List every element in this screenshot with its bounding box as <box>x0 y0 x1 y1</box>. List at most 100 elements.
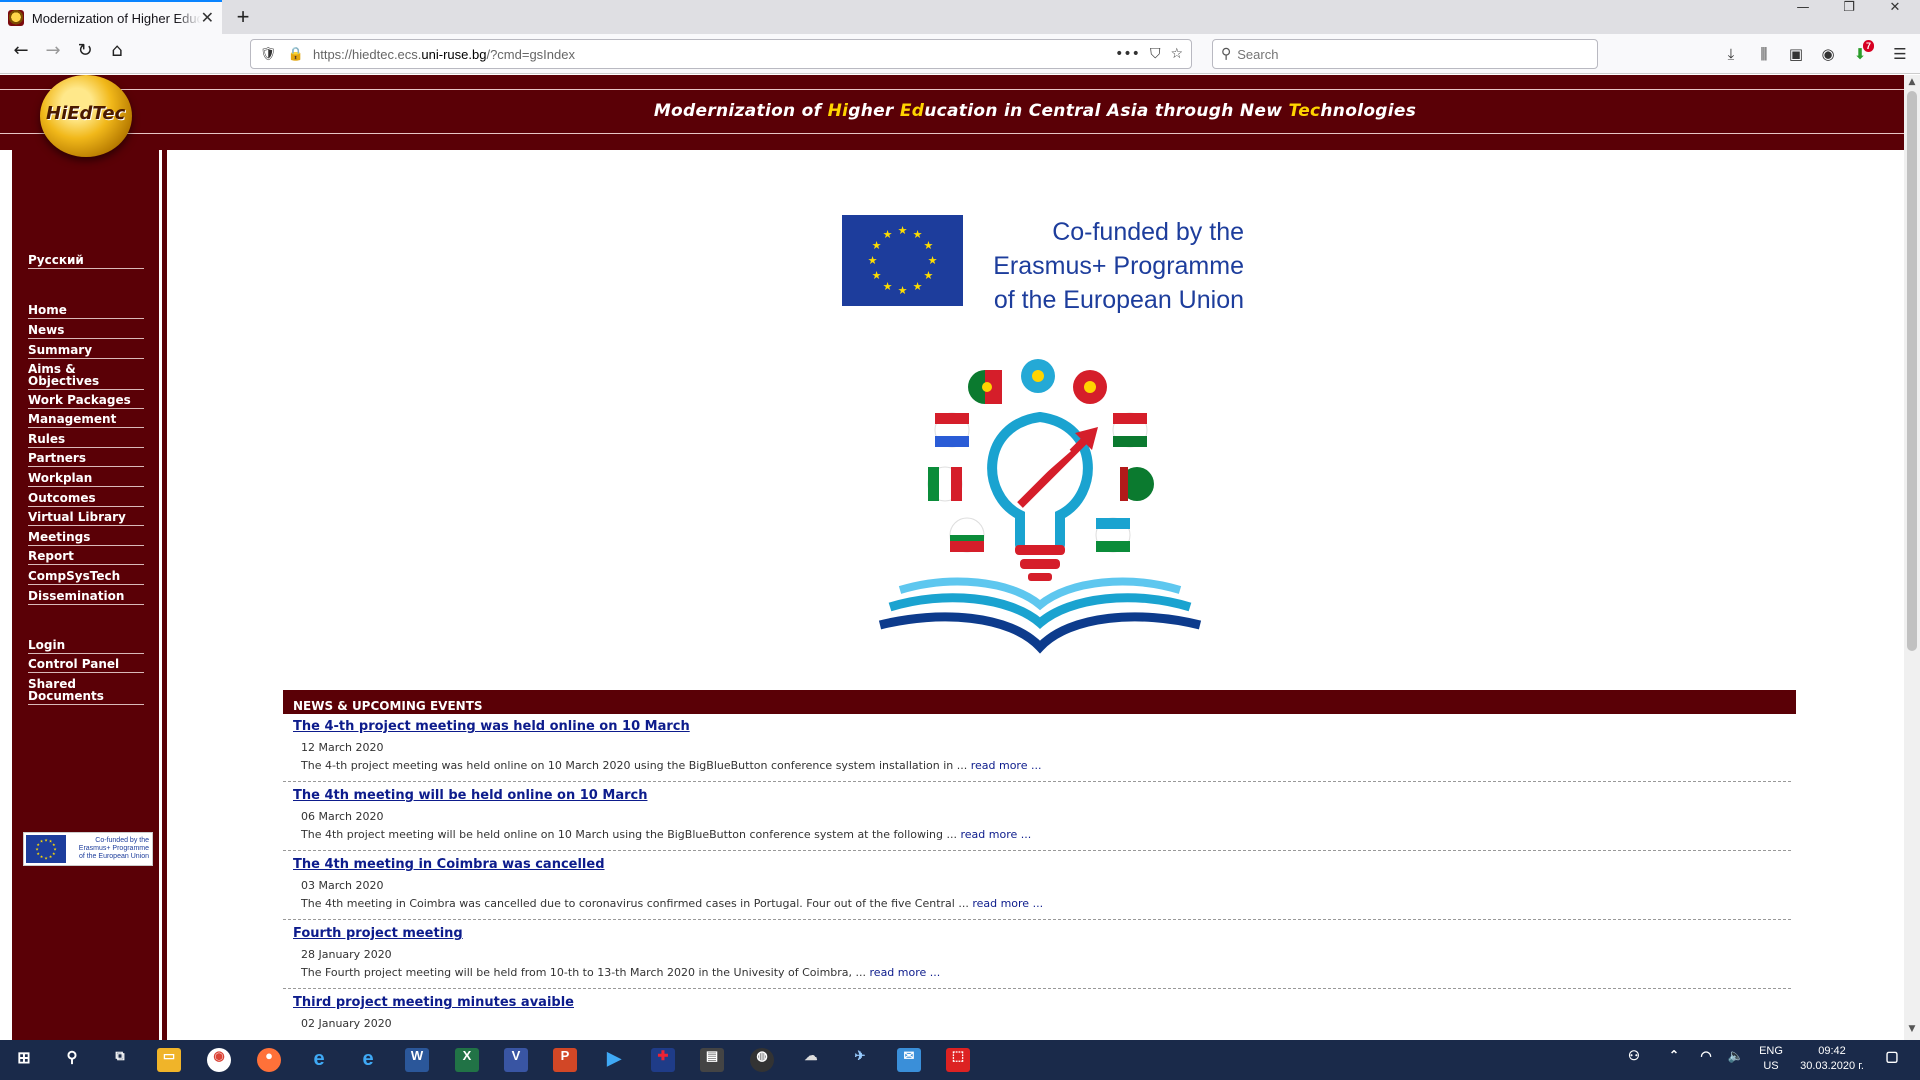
sidebar-link-shared-documents[interactable]: Shared Documents <box>28 678 144 705</box>
uk-flag-icon[interactable]: ✚ <box>651 1048 675 1072</box>
tab-close-icon[interactable]: ✕ <box>201 8 214 28</box>
sidebar-link-dissemination[interactable]: Dissemination <box>28 590 144 605</box>
read-more-link[interactable]: read more ... <box>972 897 1043 910</box>
sidebar-link-summary[interactable]: Summary <box>28 344 144 359</box>
scroll-down-arrow-icon[interactable]: ▼ <box>1904 1024 1920 1038</box>
news-date: 12 March 2020 <box>301 741 384 754</box>
browser-tab-active[interactable]: Modernization of Higher Education in Cen… <box>0 0 222 34</box>
show-hidden-icons-icon[interactable]: ⌃ <box>1662 1048 1686 1072</box>
media-player-icon[interactable]: ▶ <box>602 1048 626 1072</box>
volume-icon[interactable]: 🔈 <box>1724 1048 1748 1072</box>
eu-flag-icon: ★ ★ ★ ★ ★ ★ ★ ★ ★ ★ ★ ★ <box>842 215 963 306</box>
address-bar[interactable]: 🛡 🔒 https://hiedtec.ecs.uni-ruse.bg/?cmd… <box>250 39 1192 69</box>
project-emblem <box>878 359 1202 654</box>
firefox-icon[interactable]: ● <box>257 1048 281 1072</box>
sidebar-link-control-panel[interactable]: Control Panel <box>28 658 144 673</box>
task-view-icon[interactable]: ⧉ <box>108 1048 132 1072</box>
people-icon[interactable]: ⚇ <box>1622 1048 1646 1072</box>
word-icon[interactable]: W <box>405 1048 429 1072</box>
downloads-icon[interactable]: ⤓ <box>1719 42 1743 66</box>
remote-desktop-icon[interactable]: ✈ <box>848 1048 872 1072</box>
sidebar-link-compsystech[interactable]: CompSysTech <box>28 570 144 585</box>
film-strip-icon[interactable]: ▤ <box>700 1048 724 1072</box>
keyboard-language[interactable]: ENG US <box>1755 1045 1787 1072</box>
pocket-icon[interactable]: ⛉ <box>1150 46 1161 62</box>
forward-icon[interactable]: → <box>38 40 68 68</box>
chrome-icon[interactable]: ◉ <box>207 1048 231 1072</box>
edge-icon[interactable]: e <box>356 1048 380 1072</box>
eu-star-icon: ★ <box>52 851 56 856</box>
addon-icon[interactable]: ⬇ 7 <box>1848 40 1874 66</box>
excel-icon[interactable]: X <box>455 1048 479 1072</box>
sidebar-link-meetings[interactable]: Meetings <box>28 531 144 546</box>
search-taskbar-icon[interactable]: ⚲ <box>60 1048 84 1072</box>
network-drive-icon[interactable]: ☁ <box>799 1048 823 1072</box>
close-window-icon[interactable]: ✕ <box>1872 0 1918 34</box>
wifi-icon[interactable]: ◠ <box>1694 1048 1718 1072</box>
url-text[interactable]: https://hiedtec.ecs.uni-ruse.bg/?cmd=gsI… <box>313 47 575 62</box>
sidebar-link-outcomes[interactable]: Outcomes <box>28 492 144 507</box>
sidebar-link-work-packages[interactable]: Work Packages <box>28 394 144 409</box>
clock[interactable]: 09:42 30.03.2020 г. <box>1792 1045 1872 1072</box>
news-title-link[interactable]: Third project meeting minutes avaible <box>293 995 574 1010</box>
lock-icon[interactable]: 🔒 <box>285 47 307 62</box>
start-windows-icon[interactable]: ⊞ <box>12 1048 36 1072</box>
header-line <box>0 133 1904 134</box>
sidebar-link-partners[interactable]: Partners <box>28 452 144 467</box>
sidebar-link-home[interactable]: Home <box>28 304 144 319</box>
news-title-link[interactable]: The 4-th project meeting was held online… <box>293 719 690 734</box>
back-icon[interactable]: ← <box>6 40 36 68</box>
obs-icon[interactable]: ◍ <box>750 1048 774 1072</box>
sidebar-link-management[interactable]: Management <box>28 413 144 428</box>
mail-icon[interactable]: ✉ <box>897 1048 921 1072</box>
search-bar[interactable]: ⚲ <box>1212 39 1598 69</box>
home-icon[interactable]: ⌂ <box>102 40 132 68</box>
reload-icon[interactable]: ↻ <box>70 40 100 68</box>
read-more-link[interactable]: read more ... <box>960 828 1031 841</box>
news-title-link[interactable]: The 4th meeting in Coimbra was cancelled <box>293 857 605 872</box>
title-segment: Modernization of <box>653 101 828 121</box>
new-tab-button[interactable]: + <box>229 3 257 31</box>
bookmark-star-icon[interactable]: ☆ <box>1170 46 1183 62</box>
scrollbar-thumb[interactable] <box>1907 91 1917 651</box>
news-title-link[interactable]: The 4th meeting will be held online on 1… <box>293 788 647 803</box>
visio-icon[interactable]: V <box>504 1048 528 1072</box>
minimize-window-icon[interactable]: — <box>1780 0 1826 34</box>
read-more-link[interactable]: read more ... <box>870 966 941 979</box>
page-scrollbar[interactable]: ▲ ▼ <box>1904 75 1920 1040</box>
sidebar-link-news[interactable]: News <box>28 324 144 339</box>
sidebar-toggle-icon[interactable]: ▣ <box>1784 42 1808 66</box>
search-input[interactable] <box>1237 46 1578 62</box>
partner-flag-icons <box>927 359 1154 553</box>
scroll-up-arrow-icon[interactable]: ▲ <box>1904 77 1920 91</box>
news-excerpt-text: The 4th project meeting will be held onl… <box>301 828 961 841</box>
news-title-link[interactable]: Fourth project meeting <box>293 926 463 941</box>
eu-star-icon: ★ <box>49 854 53 859</box>
sidebar-link-virtual-library[interactable]: Virtual Library <box>28 511 144 526</box>
library-icon[interactable]: ⫼ <box>1752 42 1776 66</box>
file-explorer-icon[interactable]: ▭ <box>157 1048 181 1072</box>
hiedtec-logo[interactable]: HiEdTec <box>40 75 132 157</box>
notifications-icon[interactable]: ▢ <box>1880 1048 1904 1072</box>
page-actions-icon[interactable]: ••• <box>1115 46 1140 62</box>
sidebar-link-login[interactable]: Login <box>28 639 144 654</box>
restore-window-icon[interactable]: ❐ <box>1826 0 1872 34</box>
tracking-shield-icon[interactable]: 🛡 <box>257 47 279 62</box>
sidebar-link-report[interactable]: Report <box>28 550 144 565</box>
news-excerpt-text: The 4-th project meeting was held online… <box>301 759 971 772</box>
account-icon[interactable]: ◉ <box>1816 42 1840 66</box>
language-top: ENG <box>1759 1045 1783 1057</box>
sidebar-link-workplan[interactable]: Workplan <box>28 472 144 487</box>
title-segment: hnologies <box>1320 101 1417 121</box>
powerpoint-icon[interactable]: P <box>553 1048 577 1072</box>
logo-text: HiEdTec <box>46 103 126 124</box>
read-more-link[interactable]: read more ... <box>971 759 1042 772</box>
news-excerpt: The Fourth project meeting will be held … <box>301 966 940 979</box>
internet-explorer-icon[interactable]: e <box>307 1048 331 1072</box>
language-link[interactable]: Русский <box>28 254 144 269</box>
menu-icon[interactable]: ☰ <box>1888 42 1912 66</box>
browser-nav-bar: ← → ↻ ⌂ 🛡 🔒 https://hiedtec.ecs.uni-ruse… <box>0 34 1920 74</box>
red-app-icon[interactable]: ⬚ <box>946 1048 970 1072</box>
sidebar-link-aims-objectives[interactable]: Aims & Objectives <box>28 363 144 390</box>
sidebar-link-rules[interactable]: Rules <box>28 433 144 448</box>
